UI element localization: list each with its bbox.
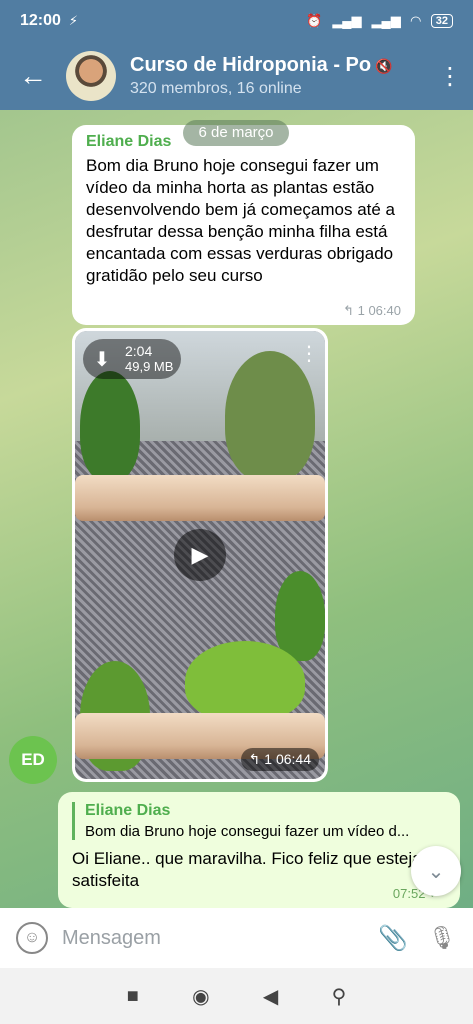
muted-icon: 🔇 <box>375 58 393 74</box>
message-time: 06:44 <box>275 751 311 767</box>
message-input-bar: ☺ 📎 🎙 <box>0 908 473 968</box>
chat-area[interactable]: Eliane Dias Bom dia Bruno hoje consegui … <box>0 110 473 908</box>
reply-icon: ↰ <box>343 303 354 318</box>
emoji-icon[interactable]: ☺ <box>16 922 48 954</box>
date-separator: 6 de março <box>183 120 289 146</box>
reply-quote-name: Eliane Dias <box>85 802 171 819</box>
message-text: Oi Eliane.. que maravilha. Fico feliz qu… <box>72 849 422 890</box>
download-icon[interactable]: ⬇ <box>89 346 115 372</box>
plant-shape <box>225 351 315 481</box>
signal-icon-2: ▂▄▆ <box>371 13 401 28</box>
status-icons: ⏰ ▂▄▆ ▂▄▆ ◠ 32 <box>306 13 453 29</box>
message-input[interactable] <box>62 926 375 950</box>
recent-apps-icon[interactable]: ■ <box>127 985 139 1008</box>
video-message[interactable]: ⬇ 2:04 49,9 MB ⋮ ▶ ↰ 1 06:44 <box>72 328 328 782</box>
microphone-icon[interactable]: 🎙 <box>427 925 457 951</box>
status-bar: 12:00 ⚡ ⏰ ▂▄▆ ▂▄▆ ◠ 32 <box>0 0 473 42</box>
video-duration: 2:04 <box>125 343 153 359</box>
home-icon[interactable]: ◉ <box>192 984 209 1009</box>
video-size: 49,9 MB <box>125 359 174 374</box>
video-details: 2:04 49,9 MB <box>125 343 173 375</box>
message-time: 06:40 <box>368 303 401 318</box>
plant-shape <box>275 571 325 661</box>
plant-shape <box>185 641 305 721</box>
chevron-down-icon[interactable]: ⌄ <box>411 846 461 896</box>
battery-icon: 32 <box>430 14 453 28</box>
reply-count: 1 <box>357 303 365 318</box>
system-nav-bar: ■ ◉ ◀ ⚲ <box>0 968 473 1024</box>
paperclip-icon[interactable]: 📎 <box>375 924 411 953</box>
signal-icon: ▂▄▆ <box>332 13 362 28</box>
wifi-icon: ◠ <box>410 13 421 28</box>
sender-avatar[interactable]: ED <box>9 736 57 784</box>
plant-shape <box>80 371 140 481</box>
reply-icon: ↰ <box>248 751 261 767</box>
reply-quote[interactable]: Eliane Dias Bom dia Bruno hoje consegui … <box>72 802 446 840</box>
outgoing-message[interactable]: Eliane Dias Bom dia Bruno hoje consegui … <box>58 792 460 908</box>
message-bubble[interactable]: Eliane Dias Bom dia Bruno hoje consegui … <box>72 125 415 325</box>
notification-icon: ⚡ <box>68 13 79 28</box>
back-arrow-icon[interactable]: ← <box>0 42 66 110</box>
chat-title-block[interactable]: Curso de Hidroponia - Po 🔇 320 membros, 1… <box>130 54 427 98</box>
back-icon[interactable]: ◀ <box>263 984 278 1009</box>
message-meta[interactable]: ↰ 1 06:40 <box>343 303 401 319</box>
more-vertical-icon[interactable]: ⋮ <box>299 341 319 366</box>
video-info[interactable]: ⬇ 2:04 49,9 MB <box>83 339 182 379</box>
video-thumbnail[interactable]: ⬇ 2:04 49,9 MB ⋮ ▶ ↰ 1 06:44 <box>75 331 325 779</box>
pipe-shape <box>75 475 325 521</box>
video-meta[interactable]: ↰ 1 06:44 <box>240 748 319 771</box>
chat-title: Curso de Hidroponia - Po 🔇 <box>130 54 393 76</box>
message-text: Bom dia Bruno hoje consegui fazer um víd… <box>86 156 396 285</box>
reply-count: 1 <box>264 751 273 767</box>
accessibility-icon[interactable]: ⚲ <box>332 984 347 1009</box>
more-vertical-icon[interactable]: ⋮ <box>427 62 473 91</box>
chat-header: ← Curso de Hidroponia - Po 🔇 320 membros,… <box>0 42 473 110</box>
group-avatar[interactable] <box>66 51 116 101</box>
play-icon[interactable]: ▶ <box>174 529 226 581</box>
chat-subtitle: 320 membros, 16 online <box>130 80 302 97</box>
status-time: 12:00 <box>20 12 61 29</box>
alarm-icon: ⏰ <box>306 13 323 28</box>
reply-quote-text: Bom dia Bruno hoje consegui fazer um víd… <box>85 823 410 840</box>
